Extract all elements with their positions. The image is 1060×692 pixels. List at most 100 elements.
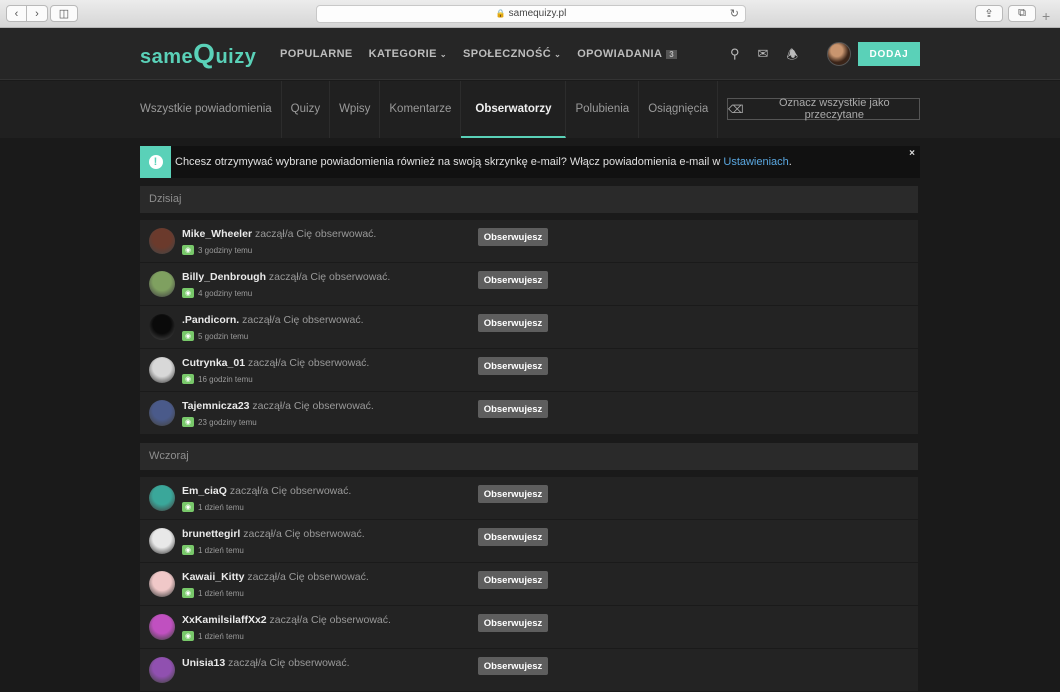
- menu-label: OPOWIADANIA: [577, 48, 663, 60]
- notification-text: Unisia13 zaczął/a Cię obserwować.: [182, 657, 350, 669]
- close-icon[interactable]: ×: [909, 148, 915, 159]
- forward-arrow-icon[interactable]: ›: [27, 5, 48, 22]
- action-text: zaczął/a Cię obserwować.: [226, 485, 352, 497]
- timestamp: 16 godzin temu: [198, 374, 253, 384]
- following-button[interactable]: Obserwujesz: [478, 314, 548, 332]
- tab-obserwatorzy[interactable]: Obserwatorzy: [461, 81, 567, 138]
- avatar[interactable]: [149, 271, 175, 297]
- avatar[interactable]: [149, 571, 175, 597]
- action-text: zaczął/a Cię obserwować.: [245, 357, 370, 369]
- eye-icon: ◉: [182, 374, 194, 384]
- share-icon[interactable]: ⇪: [975, 5, 1003, 22]
- eye-icon: ◉: [182, 588, 194, 598]
- mail-icon[interactable]: ✉: [758, 46, 769, 68]
- address-bar[interactable]: 🔒 samequizy.pl ↻: [316, 5, 746, 23]
- search-icon[interactable]: ⚲: [730, 46, 740, 68]
- following-button[interactable]: Obserwujesz: [478, 485, 548, 503]
- tabs-icon[interactable]: ⧉: [1008, 5, 1036, 22]
- list-item: Billy_Denbrough zaczął/a Cię obserwować.…: [140, 263, 918, 306]
- username-link[interactable]: Mike_Wheeler: [182, 228, 252, 240]
- username-link[interactable]: Em_ciaQ: [182, 485, 227, 497]
- bell-icon[interactable]: 🕭: [786, 46, 798, 68]
- timestamp-row: ◉ 1 dzień temu: [182, 631, 244, 641]
- tab-quizy[interactable]: Quizy: [282, 81, 331, 138]
- username-link[interactable]: Unisia13: [182, 657, 225, 669]
- username-link[interactable]: Tajemnicza23: [182, 400, 250, 412]
- username-link[interactable]: Kawaii_Kitty: [182, 571, 244, 583]
- avatar[interactable]: [149, 657, 175, 683]
- menu-spolecznosc[interactable]: SPOŁECZNOŚĆ ⌄: [463, 48, 561, 60]
- eye-icon: ◉: [182, 631, 194, 641]
- logo-text-3: uizy: [215, 46, 257, 68]
- following-button[interactable]: Obserwujesz: [478, 614, 548, 632]
- timestamp: 1 dzień temu: [198, 631, 244, 641]
- menu-label: POPULARNE: [280, 48, 353, 60]
- url-text: samequizy.pl: [508, 8, 567, 19]
- avatar[interactable]: [149, 614, 175, 640]
- notification-text: Kawaii_Kitty zaczął/a Cię obserwować.: [182, 571, 369, 583]
- timestamp-row: ◉ 1 dzień temu: [182, 545, 244, 555]
- list-item: .Pandicorn. zaczął/a Cię obserwować. ◉ 5 g…: [140, 306, 918, 349]
- avatar[interactable]: [149, 485, 175, 511]
- avatar[interactable]: [149, 400, 175, 426]
- username-link[interactable]: .Pandicorn.: [182, 314, 239, 326]
- settings-link[interactable]: Ustawieniach: [723, 156, 788, 168]
- notification-tabs-bar: Wszystkie powiadomienia Quizy Wpisy Komenta…: [0, 81, 1060, 138]
- avatar[interactable]: [149, 228, 175, 254]
- lock-icon: 🔒: [495, 9, 506, 18]
- mark-all-read-button[interactable]: ⌫ Oznacz wszystkie jako przeczytane: [727, 97, 920, 121]
- back-arrow-icon[interactable]: ‹: [6, 5, 27, 22]
- tab-komentarze[interactable]: Komentarze: [380, 81, 462, 138]
- timestamp-row: ◉ 1 dzień temu: [182, 502, 244, 512]
- notification-text: Em_ciaQ zaczął/a Cię obserwować.: [182, 485, 351, 497]
- menu-popularne[interactable]: POPULARNE: [280, 48, 353, 60]
- user-avatar[interactable]: [827, 42, 851, 66]
- tab-osiągnięcia[interactable]: Osiągnięcia: [639, 81, 719, 138]
- reload-icon[interactable]: ↻: [730, 6, 739, 22]
- timestamp: 1 dzień temu: [198, 545, 244, 555]
- timestamp-row: ◉ 1 dzień temu: [182, 588, 244, 598]
- menu-opowiadania[interactable]: OPOWIADANIA 3: [577, 48, 678, 60]
- menu-label: SPOŁECZNOŚĆ: [462, 48, 552, 60]
- tab-polubienia[interactable]: Polubienia: [566, 81, 640, 138]
- eye-icon: ◉: [182, 245, 194, 255]
- following-button[interactable]: Obserwujesz: [478, 657, 548, 675]
- menu-kategorie[interactable]: KATEGORIE ⌄: [369, 48, 447, 60]
- tab-wpisy[interactable]: Wpisy: [330, 81, 381, 138]
- following-button[interactable]: Obserwujesz: [478, 528, 548, 546]
- list-item: Unisia13 zaczął/a Cię obserwować. Obserwu…: [140, 649, 918, 692]
- following-button[interactable]: Obserwujesz: [478, 400, 548, 418]
- info-icon: !: [140, 146, 171, 178]
- site-logo[interactable]: sameQuizy: [140, 38, 256, 70]
- list-item: Tajemnicza23 zaczął/a Cię obserwować. ◉ 23…: [140, 392, 918, 435]
- add-button[interactable]: DODAJ: [858, 42, 920, 66]
- list-item: Em_ciaQ zaczął/a Cię obserwować. ◉ 1 dzień…: [140, 477, 918, 520]
- username-link[interactable]: Billy_Denbrough: [182, 271, 266, 283]
- banner-text: Chcesz otrzymywać wybrane powiadomienia …: [175, 156, 792, 168]
- sidebar-icon[interactable]: ◫: [50, 5, 78, 22]
- menu-label: KATEGORIE: [368, 48, 437, 60]
- timestamp: 23 godziny temu: [198, 417, 257, 427]
- timestamp: 4 godziny temu: [198, 288, 253, 298]
- site-header: sameQuizy POPULARNE KATEGORIE ⌄ SPOŁECZNO…: [0, 28, 1060, 80]
- logo-text-2: Q: [193, 38, 216, 69]
- following-button[interactable]: Obserwujesz: [478, 271, 548, 289]
- following-button[interactable]: Obserwujesz: [478, 571, 548, 589]
- following-button[interactable]: Obserwujesz: [478, 357, 548, 375]
- list-item: Mike_Wheeler zaczął/a Cię obserwować. ◉ 3 …: [140, 220, 918, 263]
- following-button[interactable]: Obserwujesz: [478, 228, 548, 246]
- banner-end: .: [788, 156, 792, 168]
- username-link[interactable]: brunettegirl: [182, 528, 240, 540]
- notification-list: Mike_Wheeler zaczął/a Cię obserwować. ◉ 3 …: [140, 220, 918, 435]
- avatar[interactable]: [149, 314, 175, 340]
- section-header: Dzisiaj: [140, 186, 918, 213]
- notification-text: Cutrynka_01 zaczął/a Cię obserwować.: [182, 357, 369, 369]
- avatar[interactable]: [149, 528, 175, 554]
- username-link[interactable]: Cutrynka_01: [182, 357, 245, 369]
- avatar[interactable]: [149, 357, 175, 383]
- timestamp-row: ◉ 5 godzin temu: [182, 331, 248, 341]
- username-link[interactable]: XxKamilsilaffXx2: [182, 614, 267, 626]
- tab-wszystkie-powiadomienia[interactable]: Wszystkie powiadomienia: [140, 81, 282, 138]
- notification-text: XxKamilsilaffXx2 zaczął/a Cię obserwować…: [182, 614, 391, 626]
- plus-icon[interactable]: +: [1042, 8, 1050, 24]
